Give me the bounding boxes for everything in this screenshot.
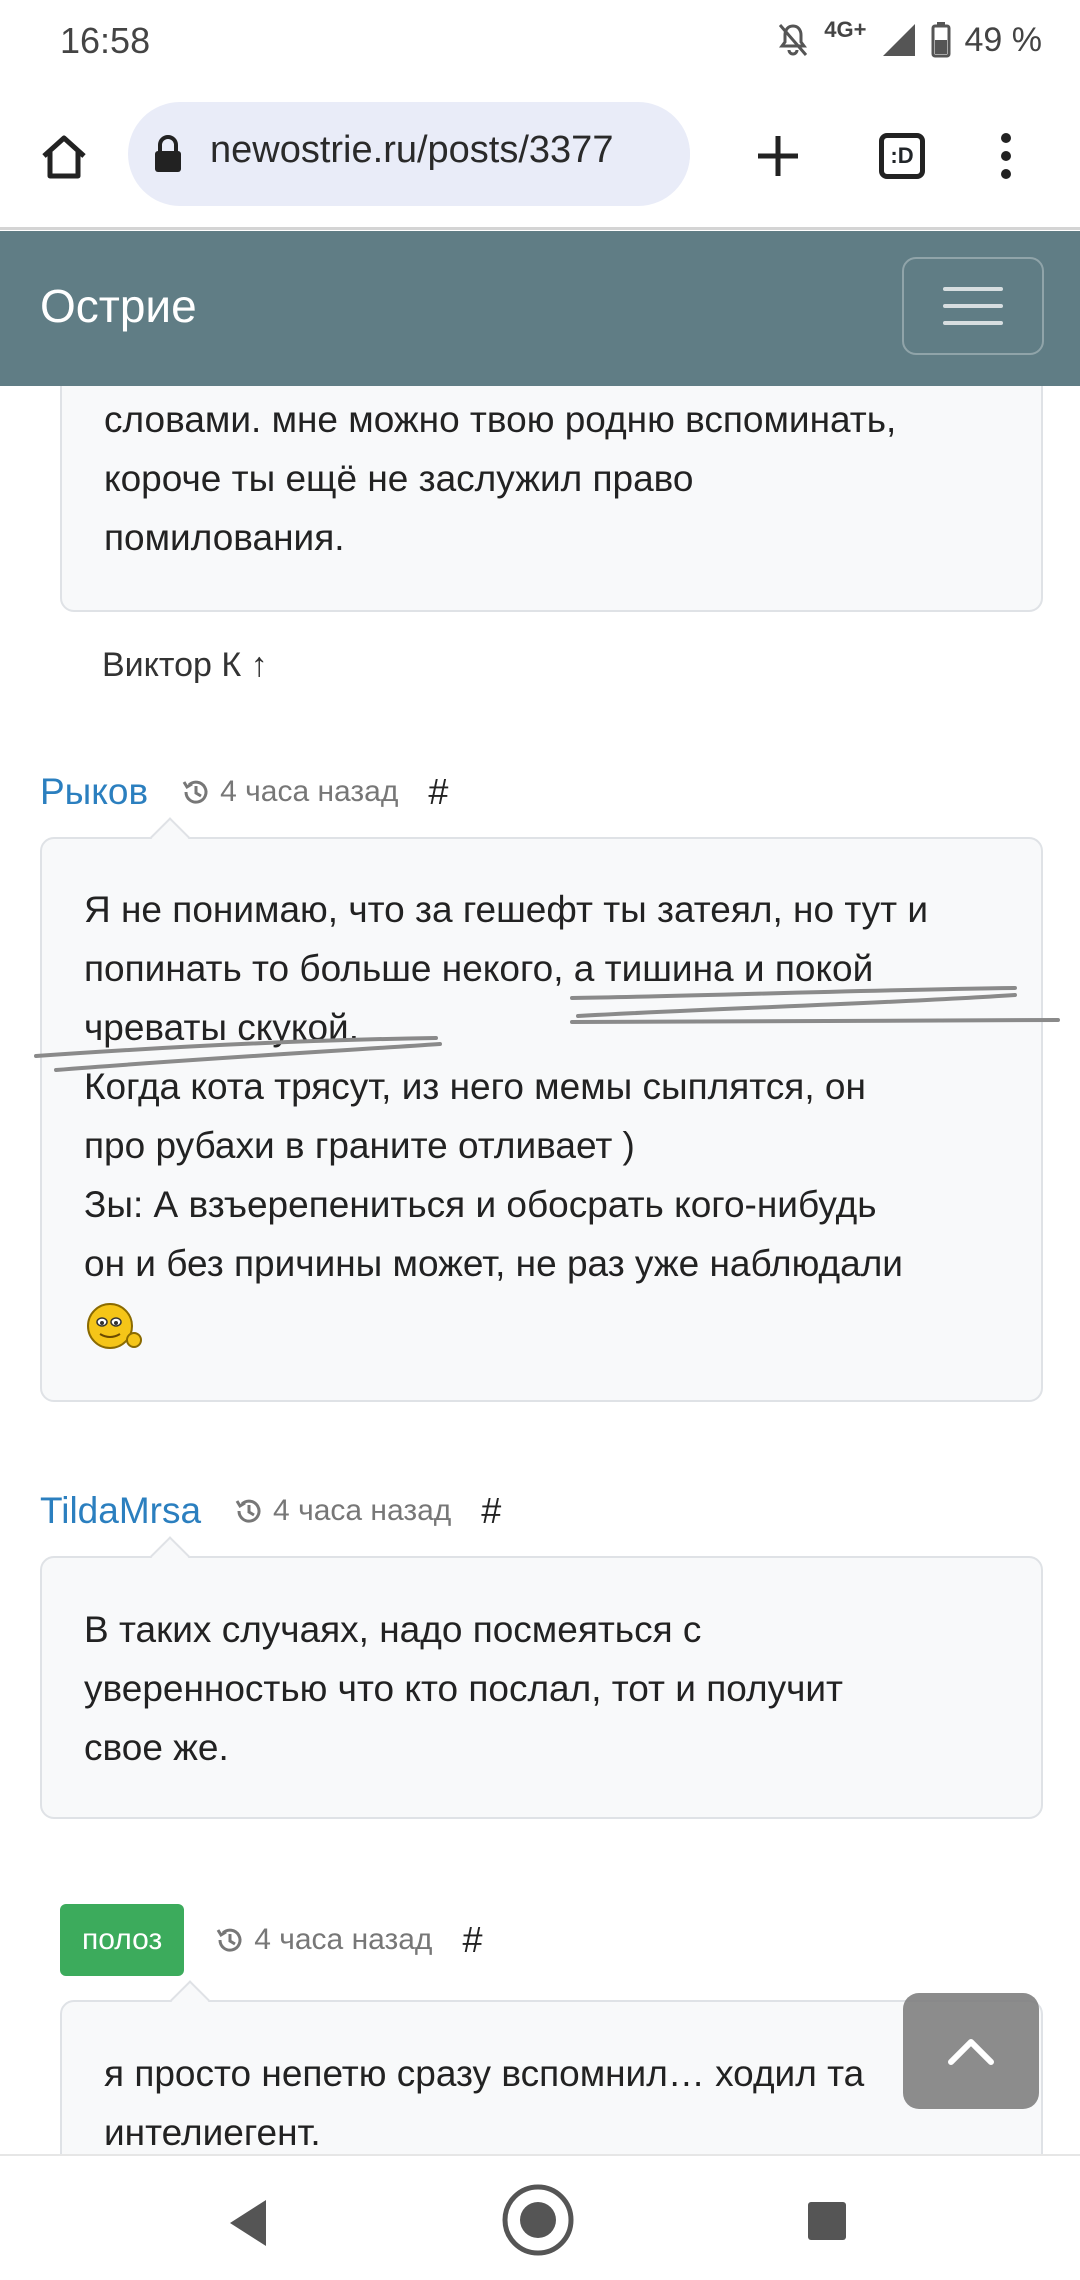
comment-text: словами. мне можно твою родню вспоминать… xyxy=(104,390,896,567)
reply-to-link[interactable]: Виктор К ↑ xyxy=(102,646,268,685)
comment-meta: полоз 4 часа назад # xyxy=(60,1904,482,1976)
smiley-icon xyxy=(87,1303,142,1349)
recents-icon[interactable] xyxy=(806,2200,848,2242)
comment-author-badge[interactable]: полоз xyxy=(60,1904,185,1976)
more-vert-icon[interactable] xyxy=(968,118,1044,194)
comment-line: Я не понимаю, что за гешефт ты затеял, н… xyxy=(84,889,929,930)
comment-line: Зы: А взъерепениться и обосрать кого-ниб… xyxy=(84,1184,877,1225)
hamburger-icon xyxy=(943,304,1003,308)
hamburger-icon xyxy=(943,287,1003,291)
comment-permalink[interactable]: # xyxy=(462,1919,482,1961)
comment-text: В таких случаях, надо посмеяться с увере… xyxy=(84,1600,843,1777)
url-text[interactable]: newostrie.ru/posts/3377 xyxy=(210,129,613,172)
url-fade xyxy=(630,102,690,206)
comment-line: помилования. xyxy=(104,517,345,558)
status-icons: 4G+ 49 % xyxy=(776,17,1043,62)
home-circle-icon[interactable] xyxy=(500,2182,576,2258)
comment-text: я просто непетю сразу вспомнил… ходил та… xyxy=(104,2044,904,2162)
site-brand[interactable]: Острие xyxy=(40,279,197,333)
home-icon[interactable] xyxy=(26,118,102,194)
comment-text: Я не понимаю, что за гешефт ты затеял, н… xyxy=(84,880,928,1293)
back-icon[interactable] xyxy=(226,2198,270,2248)
comment-line: свое же. xyxy=(84,1727,229,1768)
comment-permalink[interactable]: # xyxy=(481,1490,501,1532)
tabs-count[interactable]: :D xyxy=(879,133,925,179)
status-time: 16:58 xyxy=(60,20,151,61)
comment-time: 4 часа назад xyxy=(233,1494,451,1528)
history-icon xyxy=(182,780,208,804)
comment-time-text: 4 часа назад xyxy=(254,1923,433,1956)
chevron-up-icon xyxy=(948,2039,994,2065)
comment-line: короче ты ещё не заслужил право xyxy=(104,458,694,499)
scribble-underline xyxy=(34,986,1060,1072)
comment-time: 4 часа назад xyxy=(214,1923,432,1957)
comment-line: он и без причины может, не раз уже наблю… xyxy=(84,1243,903,1284)
tabs-icon[interactable]: :D xyxy=(864,118,940,194)
browser-toolbar: newostrie.ru/posts/3377 :D xyxy=(0,82,1080,230)
menu-toggle-button[interactable] xyxy=(902,257,1044,355)
url-bar[interactable]: newostrie.ru/posts/3377 xyxy=(128,102,690,206)
scroll-to-top-button[interactable] xyxy=(903,1993,1039,2109)
status-bar: 16:58 4G+ 49 % xyxy=(0,0,1080,82)
comment-line: словами. мне можно твою родню вспоминать… xyxy=(104,399,897,440)
comment-author[interactable]: Рыков xyxy=(40,771,148,813)
comment-line: В таких случаях, надо посмеяться с xyxy=(84,1609,702,1650)
site-navbar: Острие xyxy=(0,231,1080,386)
lock-icon[interactable] xyxy=(152,134,184,174)
battery-percent: 49 % xyxy=(964,20,1043,59)
comment-time: 4 часа назад xyxy=(180,775,398,809)
comment-line: про рубахи в граните отливает ) xyxy=(84,1125,635,1166)
comment-line: я просто непетю сразу вспомнил… ходил та xyxy=(104,2053,865,2094)
comment-meta: Рыков 4 часа назад # xyxy=(40,766,448,818)
history-icon xyxy=(235,1499,261,1523)
history-icon xyxy=(216,1928,242,1952)
comment-time-text: 4 часа назад xyxy=(220,775,399,808)
plus-icon[interactable] xyxy=(740,118,816,194)
comment-permalink[interactable]: # xyxy=(428,771,448,813)
comment-meta: TildaMrsa 4 часа назад # xyxy=(40,1485,501,1537)
comment-author[interactable]: TildaMrsa xyxy=(40,1490,201,1532)
comment-line: уверенностью что кто послал, тот и получ… xyxy=(84,1668,844,1709)
signal-icon xyxy=(882,24,915,56)
hamburger-icon xyxy=(943,321,1003,325)
battery-icon xyxy=(931,22,950,58)
comment-time-text: 4 часа назад xyxy=(273,1494,452,1527)
mute-bell-icon xyxy=(779,24,808,56)
system-navigation-bar xyxy=(0,2154,1080,2280)
network-type: 4G+ xyxy=(824,17,867,42)
